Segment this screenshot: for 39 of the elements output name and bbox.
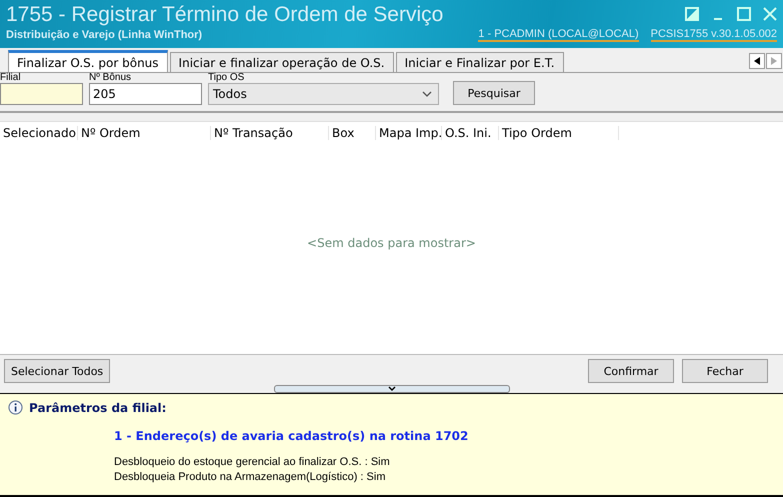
- right-arrow-icon: [771, 57, 777, 65]
- version-label: PCSIS1755 v.30.1.05.002: [650, 28, 777, 42]
- maximize-icon[interactable]: [737, 7, 751, 21]
- splitter-handle[interactable]: [274, 385, 510, 393]
- info-title: Parâmetros da filial:: [29, 400, 166, 414]
- column-header[interactable]: Selecionado: [0, 126, 78, 140]
- column-header[interactable]: Box: [329, 126, 376, 140]
- user-label: 1 - PCADMIN (LOCAL@LOCAL): [478, 28, 639, 42]
- bonus-field[interactable]: 205: [89, 83, 202, 105]
- tab[interactable]: Iniciar e finalizar operação de O.S.: [170, 52, 394, 72]
- field-label: Nº Bônus: [89, 72, 132, 83]
- restore-icon[interactable]: [685, 7, 699, 21]
- left-arrow-icon: [754, 57, 760, 65]
- warning-text: 1 - Endereço(s) de avaria cadastro(s) na rotina 1702: [114, 429, 470, 443]
- scroll-left-button[interactable]: [749, 53, 765, 69]
- column-header[interactable]: Mapa Imp.: [376, 126, 442, 140]
- parameter-text: Desbloqueia Produto na Armazenagem(Logístico) : Sim: [114, 470, 386, 485]
- search-button[interactable]: Pesquisar: [453, 81, 535, 105]
- close-button[interactable]: Fechar: [682, 359, 768, 383]
- empty-message: <Sem dados para mostrar>: [307, 236, 476, 250]
- column-header[interactable]: Nº Transação: [211, 126, 329, 140]
- chevron-down-icon: [422, 91, 432, 97]
- column-header[interactable]: O.S. Ini.: [442, 126, 499, 140]
- info-icon: [8, 400, 23, 415]
- select-all-button[interactable]: Selecionar Todos: [4, 359, 110, 383]
- confirm-button[interactable]: Confirmar: [588, 359, 674, 383]
- column-header[interactable]: Nº Ordem: [78, 126, 211, 140]
- field-label: Tipo OS: [208, 72, 246, 83]
- window-subtitle: Distribuição e Varejo (Linha WinThor): [6, 29, 204, 41]
- column-header[interactable]: Tipo Ordem: [499, 126, 619, 140]
- tab[interactable]: Finalizar O.S. por bônus: [8, 50, 168, 72]
- close-icon[interactable]: [763, 7, 777, 21]
- tab[interactable]: Iniciar e Finalizar por E.T.: [396, 52, 564, 72]
- parameter-text: Desbloqueio do estoque gerencial ao finalizar O.S. : Sim: [114, 455, 391, 470]
- filial-field[interactable]: [0, 83, 83, 105]
- window-title: 1755 - Registrar Término de Ordem de Serviço: [6, 2, 444, 28]
- chevron-down-icon: [388, 386, 396, 391]
- field-label: Filial: [0, 72, 22, 83]
- tipo-os-dropdown[interactable]: Todos: [208, 83, 439, 105]
